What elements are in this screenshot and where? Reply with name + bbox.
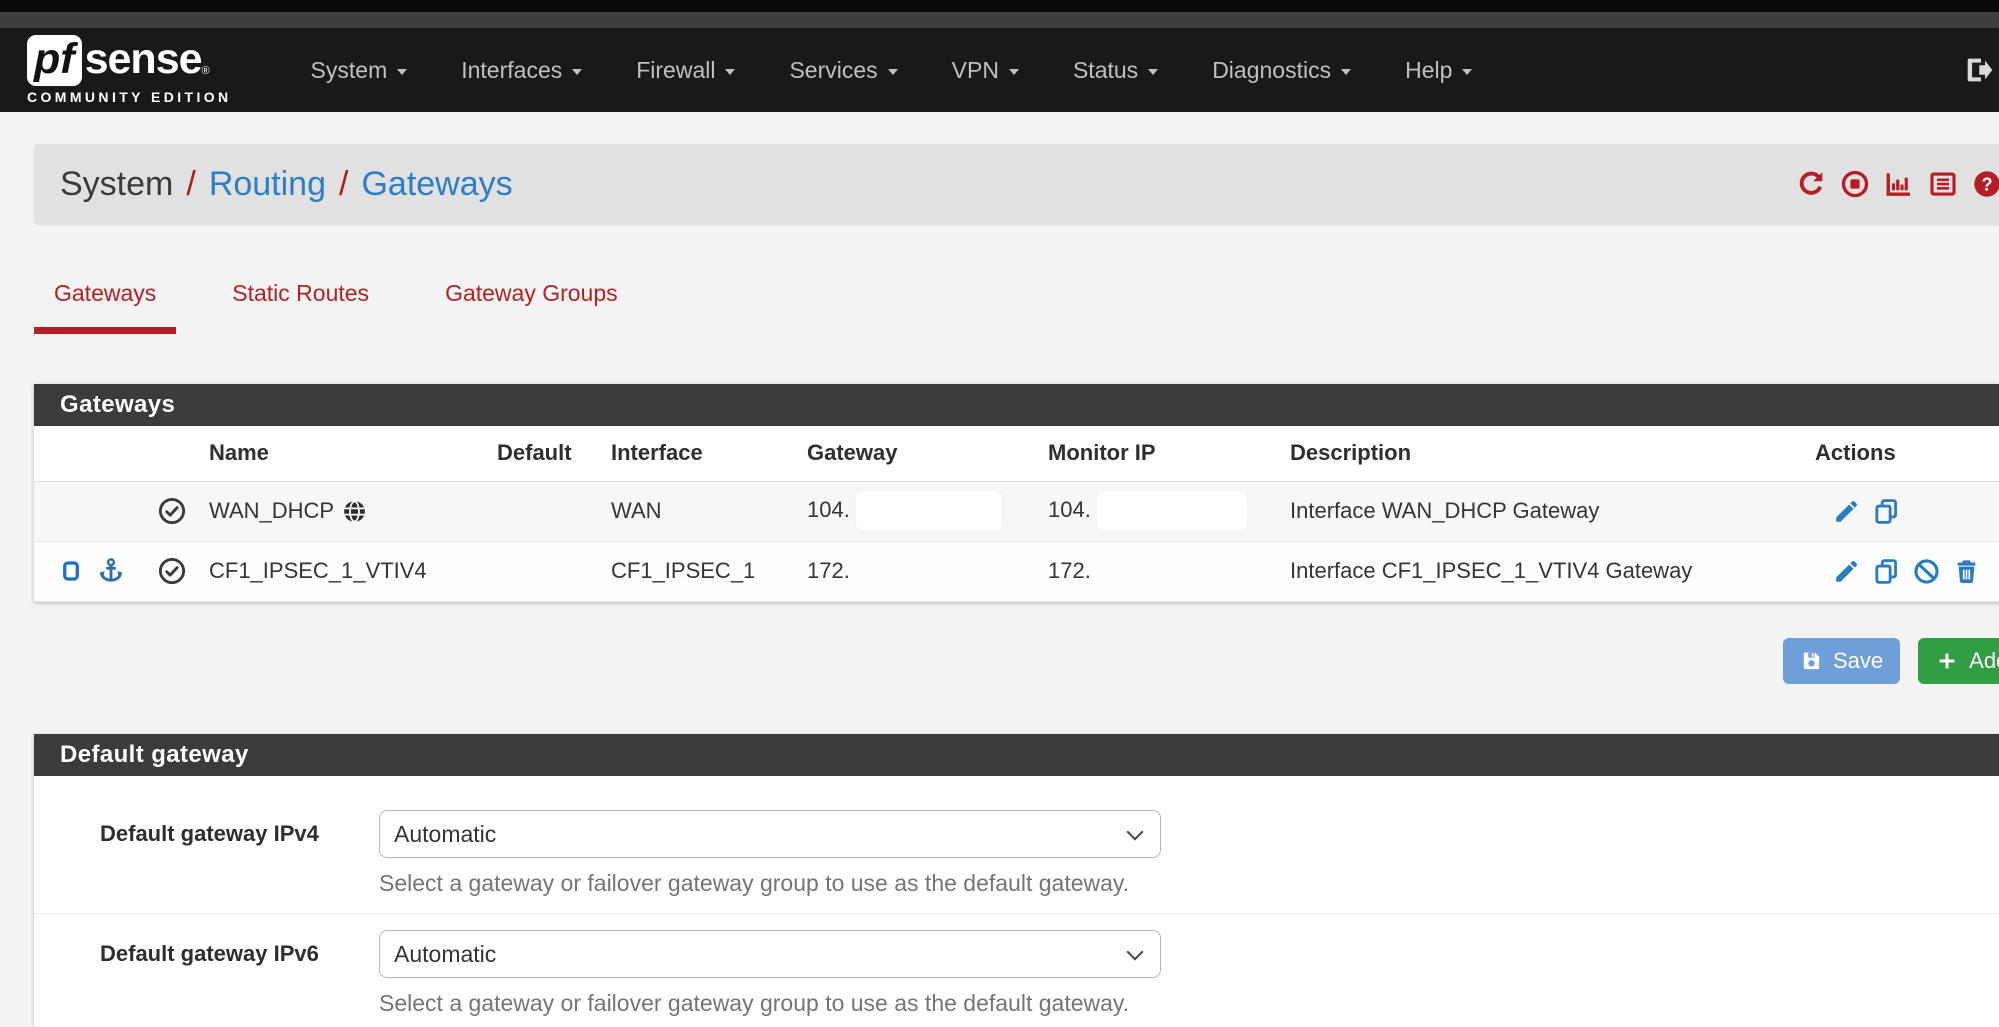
redaction-box [856, 491, 1002, 531]
square-icon[interactable] [58, 558, 84, 584]
tab-gateways[interactable]: Gateways [34, 280, 176, 334]
gateways-panel-title: Gateways [34, 384, 1999, 426]
chevron-down-icon [1009, 69, 1019, 75]
menu-diagnostics[interactable]: Diagnostics [1185, 57, 1378, 84]
form-group-ipv4: Default gateway IPv4 Automatic Select a … [34, 810, 1999, 914]
gateways-table: Name Default Interface Gateway Monitor I… [34, 426, 1999, 602]
logo-subtitle: COMMUNITY EDITION [27, 89, 232, 105]
chevron-down-icon [1148, 69, 1158, 75]
default-gateway-ipv4-label: Default gateway IPv4 [34, 810, 379, 847]
stop-circle-icon[interactable] [1840, 169, 1870, 199]
redaction-box [1097, 491, 1247, 531]
column-header-interface: Interface [610, 426, 806, 481]
edit-icon[interactable] [1832, 497, 1861, 526]
window-title-strip [0, 12, 1999, 28]
gateway-address: 104. [807, 497, 850, 522]
monitor-ip: 104. [1048, 497, 1091, 522]
gateway-description: Interface WAN_DHCP Gateway [1289, 481, 1814, 541]
gateway-interface: WAN [610, 481, 806, 541]
action-buttons: Save Add [1783, 638, 1999, 684]
plus-icon [1935, 649, 1959, 673]
chevron-down-icon [1462, 69, 1472, 75]
menu-system[interactable]: System [284, 57, 435, 84]
add-button[interactable]: Add [1918, 638, 1999, 684]
form-group-ipv6: Default gateway IPv6 Automatic Select a … [34, 930, 1999, 1017]
table-header-row: Name Default Interface Gateway Monitor I… [34, 426, 1999, 481]
gateway-address: 172. [806, 541, 1047, 601]
chevron-down-icon [397, 69, 407, 75]
save-button[interactable]: Save [1783, 638, 1900, 684]
chevron-down-icon [725, 69, 735, 75]
table-row: CF1_IPSEC_1_VTIV4 CF1_IPSEC_1 172. 172. … [34, 541, 1999, 601]
anchor-icon[interactable] [96, 556, 126, 586]
breadcrumb-separator: / [339, 165, 348, 204]
svg-text:?: ? [1981, 175, 1992, 195]
tab-gateway-groups[interactable]: Gateway Groups [425, 280, 638, 334]
gateways-panel: Gateways Name Default Interface Gateway … [34, 384, 1999, 602]
column-header-monitor-ip: Monitor IP [1047, 426, 1289, 481]
chevron-down-icon [572, 69, 582, 75]
menu-interfaces[interactable]: Interfaces [434, 57, 609, 84]
breadcrumb-link-gateways[interactable]: Gateways [361, 165, 512, 204]
breadcrumb: System / Routing / Gateways [34, 144, 1999, 224]
column-header-default: Default [496, 426, 610, 481]
window-top-strip [0, 0, 1999, 12]
ban-icon[interactable] [1912, 557, 1941, 586]
page-content: System / Routing / Gateways [0, 144, 1999, 1027]
help-icon[interactable]: ? [1972, 169, 1999, 199]
menu-vpn[interactable]: VPN [925, 57, 1046, 84]
pfsense-logo[interactable]: pf sense ® COMMUNITY EDITION [27, 35, 232, 105]
column-header-name: Name [208, 426, 496, 481]
check-circle-icon [157, 556, 187, 586]
column-header-description: Description [1289, 426, 1814, 481]
tab-bar: Gateways Static Routes Gateway Groups [34, 280, 1999, 334]
gateway-name: CF1_IPSEC_1_VTIV4 [208, 541, 496, 601]
menu-status[interactable]: Status [1046, 57, 1185, 84]
tab-static-routes[interactable]: Static Routes [212, 280, 389, 334]
default-gateway-ipv6-help: Select a gateway or failover gateway gro… [379, 990, 1999, 1017]
default-gateway-ipv4-select-wrap: Automatic [379, 810, 1161, 858]
globe-icon [341, 498, 368, 525]
breadcrumb-root: System [60, 165, 173, 204]
sign-out-icon[interactable] [1963, 54, 1999, 86]
table-row: WAN_DHCP WAN 104. [34, 481, 1999, 541]
gateway-default [496, 541, 610, 601]
navbar: pf sense ® COMMUNITY EDITION System Inte… [0, 28, 1999, 112]
logo-pf: pf [27, 35, 82, 86]
check-circle-icon [157, 496, 187, 526]
column-header-gateway: Gateway [806, 426, 1047, 481]
column-header-actions: Actions [1814, 426, 1999, 481]
gateway-description: Interface CF1_IPSEC_1_VTIV4 Gateway [1289, 541, 1814, 601]
save-icon [1800, 649, 1823, 672]
refresh-icon[interactable] [1796, 169, 1826, 199]
copy-icon[interactable] [1872, 497, 1901, 526]
default-gateway-ipv4-help: Select a gateway or failover gateway gro… [379, 870, 1999, 897]
default-gateway-panel-title: Default gateway [34, 734, 1999, 776]
gateway-interface: CF1_IPSEC_1 [610, 541, 806, 601]
logo-sense: sense [85, 35, 202, 84]
default-gateway-ipv4-select[interactable]: Automatic [379, 810, 1161, 858]
edit-icon[interactable] [1832, 557, 1861, 586]
menu-firewall[interactable]: Firewall [609, 57, 762, 84]
chevron-down-icon [1341, 69, 1351, 75]
trash-icon[interactable] [1952, 557, 1981, 586]
chart-icon[interactable] [1884, 169, 1914, 199]
default-gateway-ipv6-select[interactable]: Automatic [379, 930, 1161, 978]
menu-help[interactable]: Help [1378, 57, 1499, 84]
monitor-ip: 172. [1047, 541, 1289, 601]
main-menu: System Interfaces Firewall Services VPN … [284, 57, 1500, 84]
menu-services[interactable]: Services [762, 57, 924, 84]
gateway-default [496, 481, 610, 541]
logo-registered-mark: ® [202, 65, 210, 77]
breadcrumb-link-routing[interactable]: Routing [209, 165, 326, 204]
copy-icon[interactable] [1872, 557, 1901, 586]
log-icon[interactable] [1928, 169, 1958, 199]
chevron-down-icon [888, 69, 898, 75]
default-gateway-ipv6-label: Default gateway IPv6 [34, 930, 379, 967]
default-gateway-ipv6-select-wrap: Automatic [379, 930, 1161, 978]
breadcrumb-separator: / [186, 165, 195, 204]
gateway-name: WAN_DHCP [209, 498, 334, 524]
default-gateway-panel: Default gateway Default gateway IPv4 Aut… [34, 734, 1999, 1027]
